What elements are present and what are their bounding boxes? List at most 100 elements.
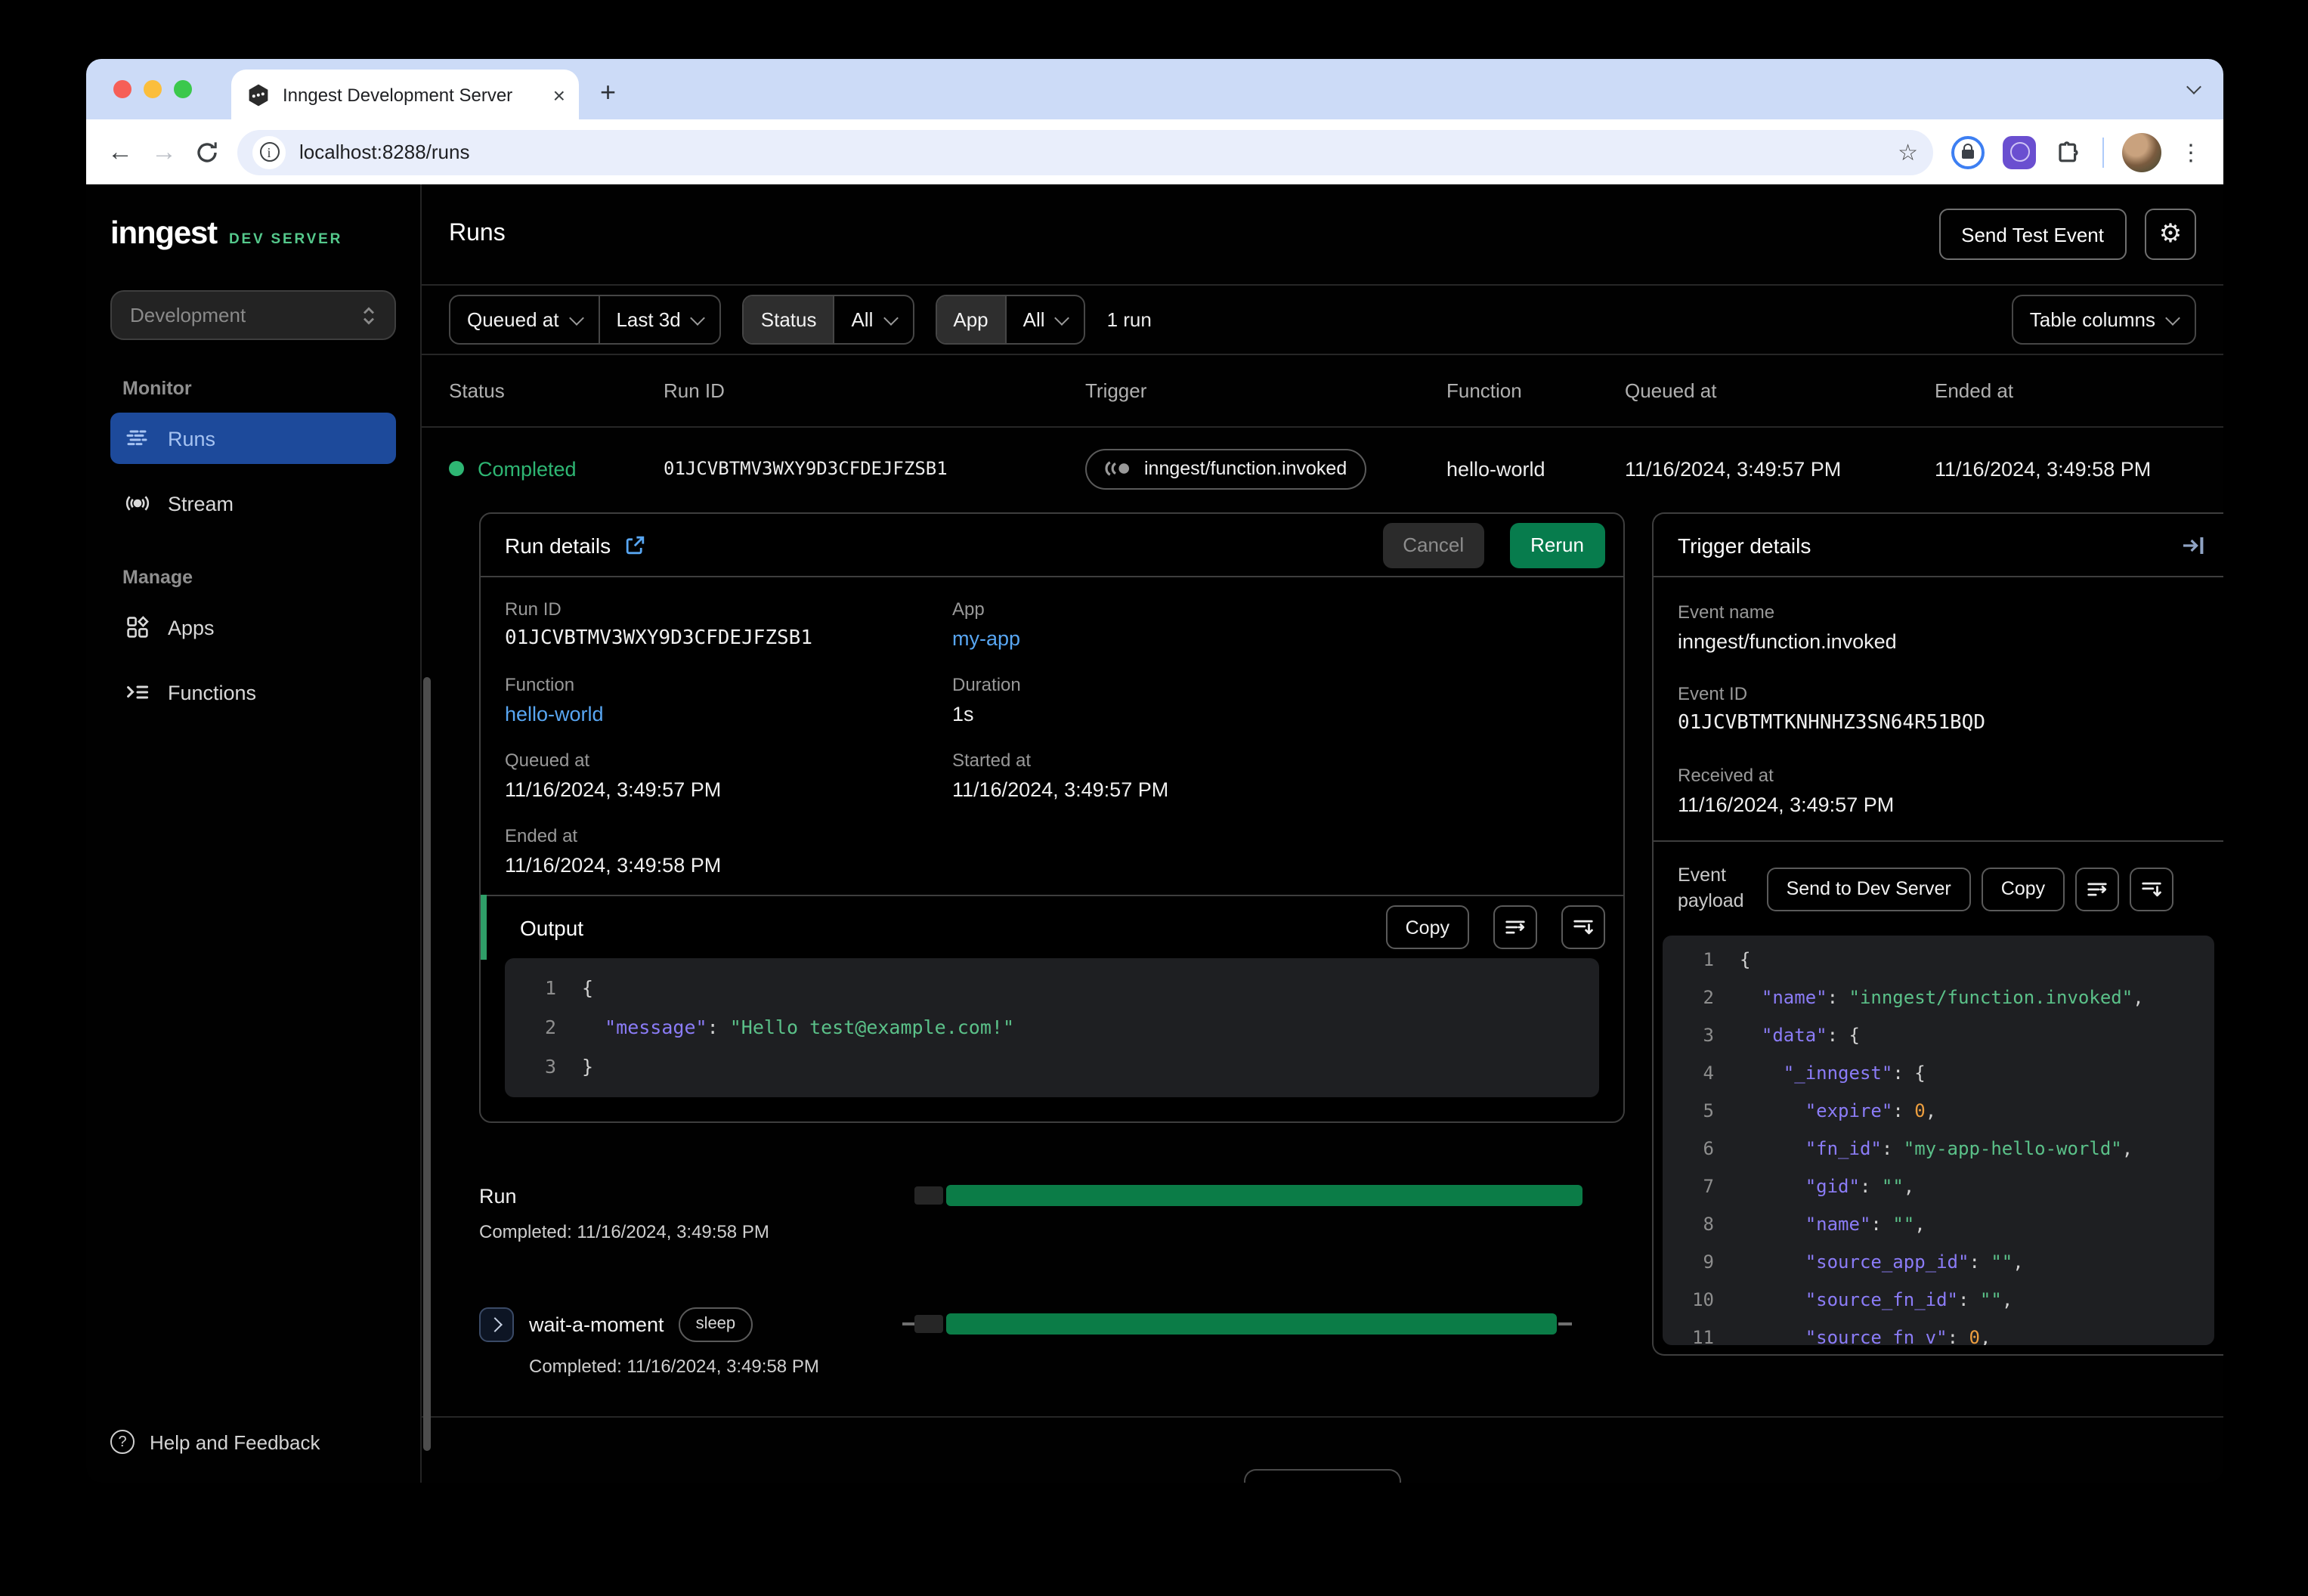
bookmark-star-icon[interactable]: ☆ [1898, 138, 1918, 165]
table-columns-group: Table columns [2011, 295, 2196, 345]
column-header-function: Function [1446, 379, 1522, 402]
url-text[interactable]: localhost:8288/runs [299, 141, 1884, 163]
macos-traffic-lights[interactable] [113, 80, 192, 98]
browser-toolbar: ← → i localhost:8288/runs ☆ ⋮ [86, 119, 2223, 184]
wrap-text-icon[interactable] [2075, 867, 2120, 911]
collapse-panel-icon[interactable] [2181, 533, 2205, 557]
scroll-to-bottom-icon[interactable] [1561, 905, 1605, 949]
status-filter: Status All [742, 295, 914, 345]
sidebar-item-label: Runs [168, 427, 216, 450]
output-accent-bar [481, 895, 487, 960]
sort-field-dropdown[interactable]: Queued at [450, 296, 598, 343]
sidebar-item-label: Functions [168, 681, 257, 704]
tab-close-icon[interactable]: × [553, 84, 565, 105]
reload-button[interactable] [195, 140, 219, 164]
scroll-to-bottom-icon[interactable] [2130, 867, 2174, 911]
send-to-dev-server-button[interactable]: Send to Dev Server [1766, 867, 1971, 911]
browser-menu-icon[interactable]: ⋮ [2180, 138, 2202, 165]
sidebar-item-runs[interactable]: Runs [110, 413, 396, 464]
run-status: Completed [449, 457, 664, 480]
inngest-app: inngest DEV SERVER Development Monitor R… [86, 184, 2223, 1483]
output-copy-button[interactable]: Copy [1385, 905, 1469, 949]
wrap-text-icon[interactable] [1493, 905, 1537, 949]
partially-visible-button[interactable] [1244, 1469, 1401, 1483]
toolbar-divider [2102, 137, 2104, 167]
trigger-pill[interactable]: inngest/function.invoked [1085, 448, 1367, 489]
external-link-icon[interactable] [624, 534, 645, 555]
profile-avatar[interactable] [2122, 132, 2161, 172]
app-filter-label: App [936, 296, 1005, 343]
runs-icon [126, 430, 147, 446]
run-details-card: Run details Cancel Rerun Run ID 01JCVBTM… [479, 512, 1625, 1123]
help-label: Help and Feedback [150, 1431, 320, 1453]
payload-copy-button[interactable]: Copy [1981, 867, 2065, 911]
sidebar-item-stream[interactable]: Stream [110, 478, 396, 529]
step-duration-bar [946, 1313, 1557, 1335]
event-payload-toolbar: Event payload Send to Dev Server Copy [1654, 842, 2223, 936]
timeline-step-row: wait-a-moment sleep [479, 1306, 1625, 1342]
status-filter-dropdown[interactable]: All [833, 296, 912, 343]
rerun-button[interactable]: Rerun [1509, 522, 1605, 568]
trigger-details-fields: Event name inngest/function.invoked Even… [1654, 577, 2223, 842]
output-code-block: 1{2 "message": "Hello test@example.com!"… [505, 958, 1599, 1097]
table-columns-dropdown[interactable]: Table columns [2013, 296, 2195, 343]
step-left-tick [902, 1322, 914, 1325]
column-header-run-id: Run ID [664, 379, 725, 402]
password-manager-extension-icon[interactable] [1951, 135, 1985, 169]
cancel-button[interactable]: Cancel [1383, 522, 1484, 568]
extensions-puzzle-icon[interactable] [2054, 137, 2084, 167]
desktop: Inngest Development Server × + ← → i loc… [0, 0, 2308, 1596]
back-button[interactable]: ← [107, 139, 133, 165]
field-run-id: Run ID 01JCVBTMV3WXY9D3CFDEJFZSB1 [505, 598, 812, 650]
browser-window: Inngest Development Server × + ← → i loc… [86, 59, 2223, 1483]
step-completed-text: Completed: 11/16/2024, 3:49:58 PM [529, 1356, 819, 1377]
address-bar[interactable]: i localhost:8288/runs ☆ [237, 129, 1933, 175]
time-range-dropdown[interactable]: Last 3d [598, 296, 719, 343]
field-event-id: Event ID 01JCVBTMTKNHNHZ3SN64R51BQD [1678, 683, 1985, 735]
sidebar-item-functions[interactable]: Functions [110, 667, 396, 718]
environment-select[interactable]: Development [110, 290, 396, 340]
run-details-fields: Run ID 01JCVBTMV3WXY9D3CFDEJFZSB1 App my… [481, 577, 1623, 895]
help-and-feedback[interactable]: ? Help and Feedback [110, 1430, 320, 1454]
send-test-event-button[interactable]: Send Test Event [1938, 209, 2127, 260]
functions-icon [127, 685, 149, 699]
trigger-details-panel: Trigger details Event name inngest/funct… [1652, 512, 2223, 1356]
step-type-badge: sleep [679, 1307, 753, 1341]
new-tab-button[interactable]: + [600, 79, 616, 106]
help-icon: ? [110, 1430, 135, 1454]
environment-value: Development [130, 304, 246, 326]
trigger-details-header: Trigger details [1654, 514, 2223, 577]
vertical-scrollbar[interactable] [423, 677, 431, 1451]
filter-bar: Queued at Last 3d Status All App All 1 r… [422, 284, 2223, 355]
purple-extension-icon[interactable] [2003, 135, 2036, 169]
output-title: Output [520, 915, 584, 939]
queued-at-cell: 11/16/2024, 3:49:57 PM [1625, 457, 1842, 480]
field-app: App my-app [952, 598, 1599, 650]
function-link[interactable]: hello-world [505, 703, 952, 725]
app-filter-dropdown[interactable]: All [1004, 296, 1084, 343]
sidebar-item-label: Stream [168, 492, 234, 515]
output-header: Output Copy [481, 895, 1623, 960]
close-window-button[interactable] [113, 80, 131, 98]
bottom-divider [422, 1416, 2223, 1418]
site-info-icon[interactable]: i [252, 135, 286, 169]
monitor-section-label: Monitor [122, 378, 192, 399]
settings-gear-icon[interactable]: ⚙ [2145, 209, 2196, 260]
main-content: Runs Send Test Event ⚙ Queued at Last 3d… [422, 184, 2223, 1483]
tab-search-chevron-icon[interactable] [2186, 73, 2201, 100]
table-header: Status Run ID Trigger Function Queued at… [422, 355, 2223, 428]
app-link[interactable]: my-app [952, 627, 1599, 650]
field-ended-at: Ended at 11/16/2024, 3:49:58 PM [505, 825, 722, 877]
sidebar-item-apps[interactable]: Apps [110, 602, 396, 653]
minimize-window-button[interactable] [144, 80, 162, 98]
run-completed-text: Completed: 11/16/2024, 3:49:58 PM [479, 1221, 769, 1242]
status-filter-label: Status [744, 296, 834, 343]
maximize-window-button[interactable] [174, 80, 192, 98]
expand-step-chevron[interactable] [479, 1307, 514, 1341]
forward-button[interactable]: → [151, 139, 177, 165]
app-filter: App All [935, 295, 1086, 345]
browser-tab[interactable]: Inngest Development Server × [231, 70, 579, 119]
trigger-details-title: Trigger details [1678, 533, 1811, 557]
table-row[interactable]: Completed 01JCVBTMV3WXY9D3CFDEJFZSB1 inn… [422, 428, 2223, 509]
dev-server-badge: DEV SERVER [228, 231, 343, 248]
